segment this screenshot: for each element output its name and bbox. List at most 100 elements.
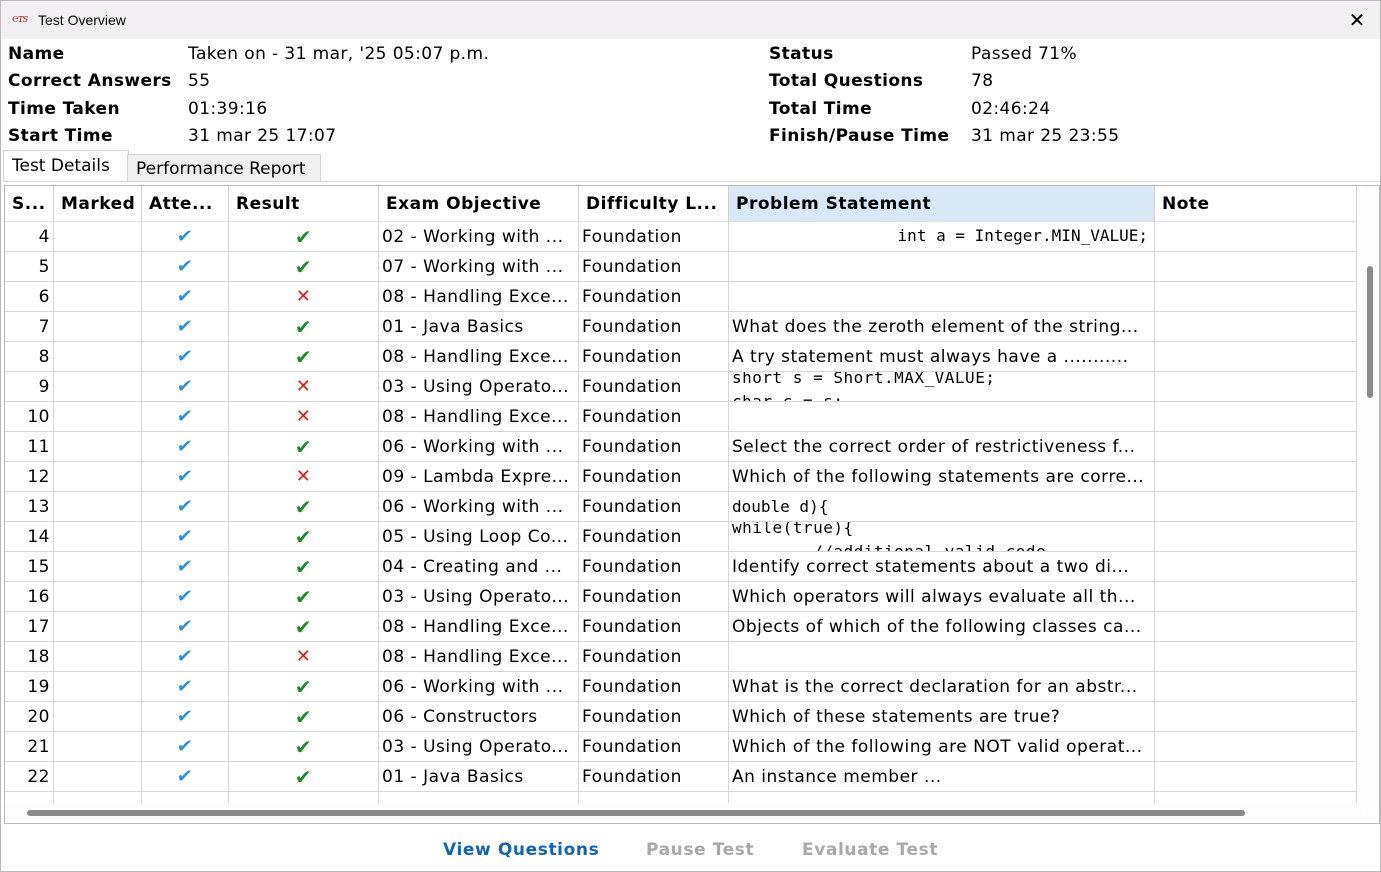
cell-attempted: ✔ xyxy=(142,642,229,672)
table-row[interactable]: 19 ✔ ✔ 06 - Working with ... Foundation What … xyxy=(5,672,1357,702)
table-row[interactable]: 11 ✔ ✔ 06 - Working with ... Foundation Selec… xyxy=(5,432,1357,462)
cell-exam-objective: 09 - Lambda Expre... xyxy=(379,462,579,492)
cell-attempted: ✔ xyxy=(142,372,229,402)
table-row[interactable]: 16 ✔ ✔ 03 - Using Operato... Foundation Which… xyxy=(5,582,1357,612)
cell-attempted: ✔ xyxy=(142,582,229,612)
table-row[interactable]: 20 ✔ ✔ 06 - Constructors Foundation Which of … xyxy=(5,702,1357,732)
cell-note xyxy=(1155,282,1357,312)
table-row[interactable]: 12 ✔ ✕ 09 - Lambda Expre... Foundation Which … xyxy=(5,462,1357,492)
cell-marked xyxy=(54,492,142,522)
table-row[interactable]: 13 ✔ ✔ 06 - Working with ... Foundation doubl… xyxy=(5,492,1357,522)
cell-problem-statement: while(true){ //additional valid code xyxy=(729,522,1155,552)
cell-difficulty-level: Foundation xyxy=(579,702,729,732)
cell-result: ✕ xyxy=(229,642,379,672)
cell-serial: 20 xyxy=(5,702,54,732)
cell-marked xyxy=(54,402,142,432)
correct-check-icon: ✔ xyxy=(294,434,313,459)
column-header-attempted[interactable]: Atte... xyxy=(142,186,229,222)
cell-serial: 12 xyxy=(5,462,54,492)
cell-note xyxy=(1155,402,1357,432)
cell-attempted: ✔ xyxy=(142,672,229,702)
cell-result: ✔ xyxy=(229,612,379,642)
problem-code-line: //additional valid code xyxy=(732,542,1047,552)
table-row[interactable]: 4 ✔ ✔ 02 - Working with ... Foundation int a … xyxy=(5,222,1357,252)
cell-exam-objective: 06 - Working with ... xyxy=(379,672,579,702)
close-button[interactable]: ✕ xyxy=(1334,1,1380,39)
table-row[interactable]: 14 ✔ ✔ 05 - Using Loop Co... Foundation while… xyxy=(5,522,1357,552)
wrong-cross-icon: ✕ xyxy=(295,466,312,487)
cell-serial: 11 xyxy=(5,432,54,462)
table-row[interactable]: 10 ✔ ✕ 08 - Handling Exce... Foundation xyxy=(5,402,1357,432)
cell-difficulty-level: Foundation xyxy=(579,282,729,312)
cell-problem-statement: Which of these statements are true? xyxy=(729,702,1155,732)
table-row[interactable]: 7 ✔ ✔ 01 - Java Basics Foundation What does t… xyxy=(5,312,1357,342)
vertical-scrollbar[interactable] xyxy=(1362,186,1379,803)
cell-marked xyxy=(54,762,142,792)
cell-problem-statement: Select the correct order of restrictiven… xyxy=(729,432,1155,462)
column-header-exam-objective[interactable]: Exam Objective xyxy=(379,186,579,222)
time-taken-label: Time Taken xyxy=(8,99,120,119)
cell-problem-statement xyxy=(729,402,1155,432)
cell-marked xyxy=(54,462,142,492)
pause-test-button[interactable]: Pause Test xyxy=(646,840,754,860)
correct-answers-value: 55 xyxy=(188,71,211,91)
cell-problem-statement: A try statement must always have a .....… xyxy=(729,342,1155,372)
table-row[interactable]: 15 ✔ ✔ 04 - Creating and ... Foundation Ident… xyxy=(5,552,1357,582)
table-row[interactable]: 9 ✔ ✕ 03 - Using Operato... Foundation short … xyxy=(5,372,1357,402)
attempted-check-icon: ✔ xyxy=(175,406,195,427)
column-header-result[interactable]: Result xyxy=(229,186,379,222)
cell-problem-statement: int a = Integer.MIN_VALUE; xyxy=(729,222,1155,252)
vertical-scroll-thumb[interactable] xyxy=(1367,266,1373,398)
close-icon: ✕ xyxy=(1348,9,1366,32)
cell-difficulty-level: Foundation xyxy=(579,372,729,402)
cell-attempted: ✔ xyxy=(142,282,229,312)
cell-exam-objective: 03 - Using Operato... xyxy=(379,582,579,612)
tab-performance-report[interactable]: Performance Report xyxy=(127,154,321,182)
cell-difficulty-level: Foundation xyxy=(579,762,729,792)
column-header-serial[interactable]: S... xyxy=(5,186,54,222)
table-row[interactable]: 18 ✔ ✕ 08 - Handling Exce... Foundation xyxy=(5,642,1357,672)
cell-exam-objective: 06 - Working with ... xyxy=(379,432,579,462)
correct-check-icon: ✔ xyxy=(294,554,313,579)
horizontal-scrollbar[interactable] xyxy=(5,803,1362,823)
column-header-marked[interactable]: Marked xyxy=(54,186,142,222)
cell-note xyxy=(1155,372,1357,402)
name-value: Taken on - 31 mar, '25 05:07 p.m. xyxy=(188,44,490,64)
view-questions-button[interactable]: View Questions xyxy=(443,840,599,860)
table-row[interactable]: 21 ✔ ✔ 03 - Using Operato... Foundation Which… xyxy=(5,732,1357,762)
cell-difficulty-level: Foundation xyxy=(579,732,729,762)
cell-marked xyxy=(54,732,142,762)
cell-serial: 13 xyxy=(5,492,54,522)
attempted-check-icon: ✔ xyxy=(175,706,195,727)
table-row[interactable]: 6 ✔ ✕ 08 - Handling Exce... Foundation xyxy=(5,282,1357,312)
table-row[interactable]: 8 ✔ ✔ 08 - Handling Exce... Foundation A try … xyxy=(5,342,1357,372)
cell-problem-statement: An instance member ... xyxy=(729,762,1155,792)
attempted-check-icon: ✔ xyxy=(175,286,195,307)
attempted-check-icon: ✔ xyxy=(175,496,195,517)
horizontal-scroll-thumb[interactable] xyxy=(27,810,1245,816)
column-header-note[interactable]: Note xyxy=(1155,186,1357,222)
table-row[interactable]: 22 ✔ ✔ 01 - Java Basics Foundation An instanc… xyxy=(5,762,1357,792)
evaluate-test-button[interactable]: Evaluate Test xyxy=(802,840,938,860)
cell-serial: 5 xyxy=(5,252,54,282)
total-questions-label: Total Questions xyxy=(769,71,924,91)
cell-serial: 6 xyxy=(5,282,54,312)
cell-note xyxy=(1155,642,1357,672)
column-header-difficulty-level[interactable]: Difficulty L... xyxy=(579,186,729,222)
cell-marked xyxy=(54,282,142,312)
cell-serial: 22 xyxy=(5,762,54,792)
cell-serial: 9 xyxy=(5,372,54,402)
cell-problem-statement: What is the correct declaration for an a… xyxy=(729,672,1155,702)
correct-check-icon: ✔ xyxy=(294,734,313,759)
wrong-cross-icon: ✕ xyxy=(295,376,312,397)
column-header-problem-statement[interactable]: Problem Statement xyxy=(729,186,1155,222)
cell-note xyxy=(1155,252,1357,282)
table-row[interactable]: 17 ✔ ✔ 08 - Handling Exce... Foundation Objec… xyxy=(5,612,1357,642)
cell-problem-statement xyxy=(729,642,1155,672)
app-logo-icon: ℮ᴛs xyxy=(12,12,28,25)
time-taken-value: 01:39:16 xyxy=(188,99,268,119)
cell-attempted: ✔ xyxy=(142,222,229,252)
table-row[interactable]: 5 ✔ ✔ 07 - Working with ... Foundation xyxy=(5,252,1357,282)
start-time-value: 31 mar 25 17:07 xyxy=(188,126,337,146)
tab-test-details[interactable]: Test Details xyxy=(3,150,129,181)
